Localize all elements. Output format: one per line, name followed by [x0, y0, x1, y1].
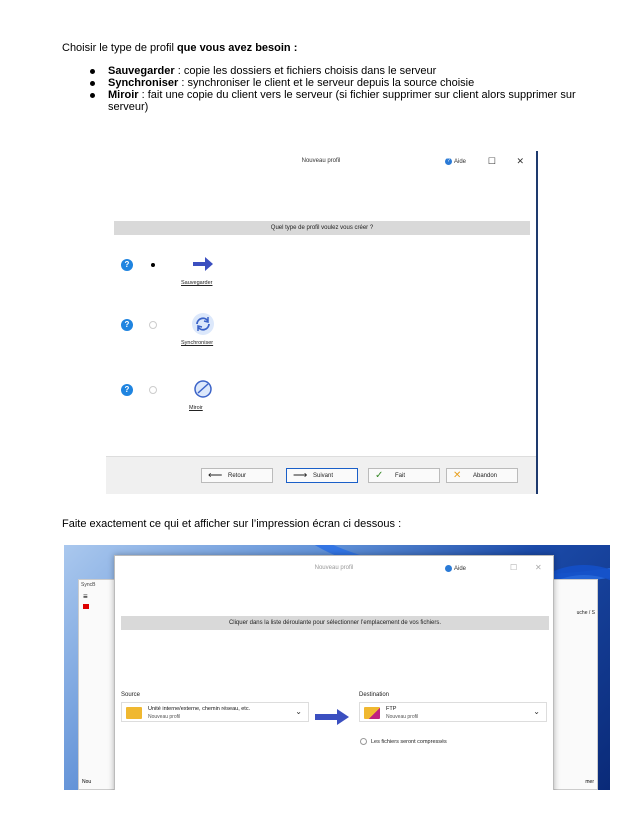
middle-instruction: Faite exactement ce qui et afficher sur …	[62, 518, 402, 530]
cancel-icon: ✕	[453, 470, 462, 481]
destination-label: Destination	[359, 692, 390, 698]
screenshot-profile-type: Nouveau profil ? Aide ☐ ✕ Quel type de pr…	[106, 151, 538, 494]
list-item: Synchroniser : synchroniser le client et…	[90, 77, 610, 89]
arrow-right-icon: ⟶	[293, 470, 308, 481]
title-bar: Nouveau profil ? Aide ☐ ✕	[106, 151, 536, 173]
radio-miroir[interactable]	[149, 386, 157, 394]
checkmark-icon: ✓	[375, 470, 384, 481]
radio-sauvegarder[interactable]	[149, 261, 157, 269]
arrow-left-icon: ⟵	[208, 470, 223, 481]
option-miroir[interactable]: ? Miroir	[121, 379, 281, 411]
retour-button[interactable]: ⟵ Retour	[201, 468, 273, 483]
arrow-right-icon	[315, 709, 349, 725]
option-label: Miroir	[189, 405, 203, 411]
radio-synchroniser[interactable]	[149, 321, 157, 329]
mirror-icon	[194, 380, 212, 398]
compress-option[interactable]: Les fichiers seront compressés	[360, 738, 447, 745]
close-button[interactable]: ✕	[516, 156, 524, 167]
help-icon[interactable]: ?	[121, 384, 133, 396]
menu-icon[interactable]: ≡	[83, 592, 88, 601]
window-title: SyncB	[81, 582, 96, 588]
suivant-button[interactable]: ⟶ Suivant	[286, 468, 358, 483]
source-label: Source	[121, 692, 141, 698]
maximize-button[interactable]: ☐	[510, 563, 517, 572]
compress-checkbox[interactable]	[360, 738, 367, 745]
abandon-button[interactable]: ✕ Abandon	[446, 468, 518, 483]
dialog-title: Nouveau profil	[301, 158, 341, 164]
help-button[interactable]: Aide	[445, 565, 466, 572]
list-item: Sauvegarder : copie les dossiers et fich…	[90, 65, 610, 77]
sync-icon	[192, 313, 214, 335]
column-header: uche / S	[576, 610, 595, 616]
new-profile-dialog: Nouveau profil ? Aide ☐ ✕ Quel type de pr…	[106, 151, 536, 494]
source-dropdown[interactable]: Unité interne/externe, chemin réseau, et…	[121, 702, 309, 722]
option-synchroniser[interactable]: ? Synchroniser	[121, 313, 281, 346]
list-item: Miroir : fait une copie du client vers l…	[90, 89, 610, 113]
intro-text: Choisir le type de profil que vous avez …	[62, 42, 298, 54]
help-icon[interactable]: ?	[121, 259, 133, 271]
option-sauvegarder[interactable]: ? Sauvegarder	[121, 254, 281, 286]
option-label: Synchroniser	[181, 340, 214, 346]
fait-button[interactable]: ✓ Fait	[368, 468, 440, 483]
profile-type-list: Sauvegarder : copie les dossiers et fich…	[90, 65, 610, 113]
screenshot-source-destination: SyncB ≡ uche / S Nou mer Nouveau profil …	[64, 545, 610, 790]
help-button[interactable]: ? Aide	[444, 158, 466, 165]
chevron-down-icon: ⌄	[533, 707, 540, 716]
question-banner: Quel type de profil voulez vous créer ?	[114, 221, 530, 235]
help-icon[interactable]: ?	[121, 319, 133, 331]
button-bar: ⟵ Retour ⟶ Suivant ✓ Fait ✕ Abandon	[106, 456, 536, 494]
option-label: Sauvegarder	[181, 280, 213, 286]
new-profile-dialog: Nouveau profil Aide ☐ ✕ Cliquer dans la …	[114, 555, 554, 790]
close-button[interactable]: ✕	[535, 563, 542, 572]
chevron-down-icon: ⌄	[295, 707, 302, 716]
destination-dropdown[interactable]: FTP Nouveau profil ⌄	[359, 702, 547, 722]
help-icon	[445, 565, 452, 572]
bottom-label: mer	[585, 779, 594, 785]
dialog-title: Nouveau profil	[314, 565, 354, 571]
maximize-button[interactable]: ☐	[488, 156, 496, 167]
arrow-right-icon	[193, 257, 213, 271]
ftp-folder-icon	[364, 707, 380, 719]
folder-icon	[126, 707, 142, 719]
help-icon: ?	[444, 158, 452, 165]
instruction-banner: Cliquer dans la liste déroulante pour sé…	[121, 616, 549, 630]
bottom-label: Nou	[82, 779, 92, 785]
status-icon	[83, 604, 89, 609]
